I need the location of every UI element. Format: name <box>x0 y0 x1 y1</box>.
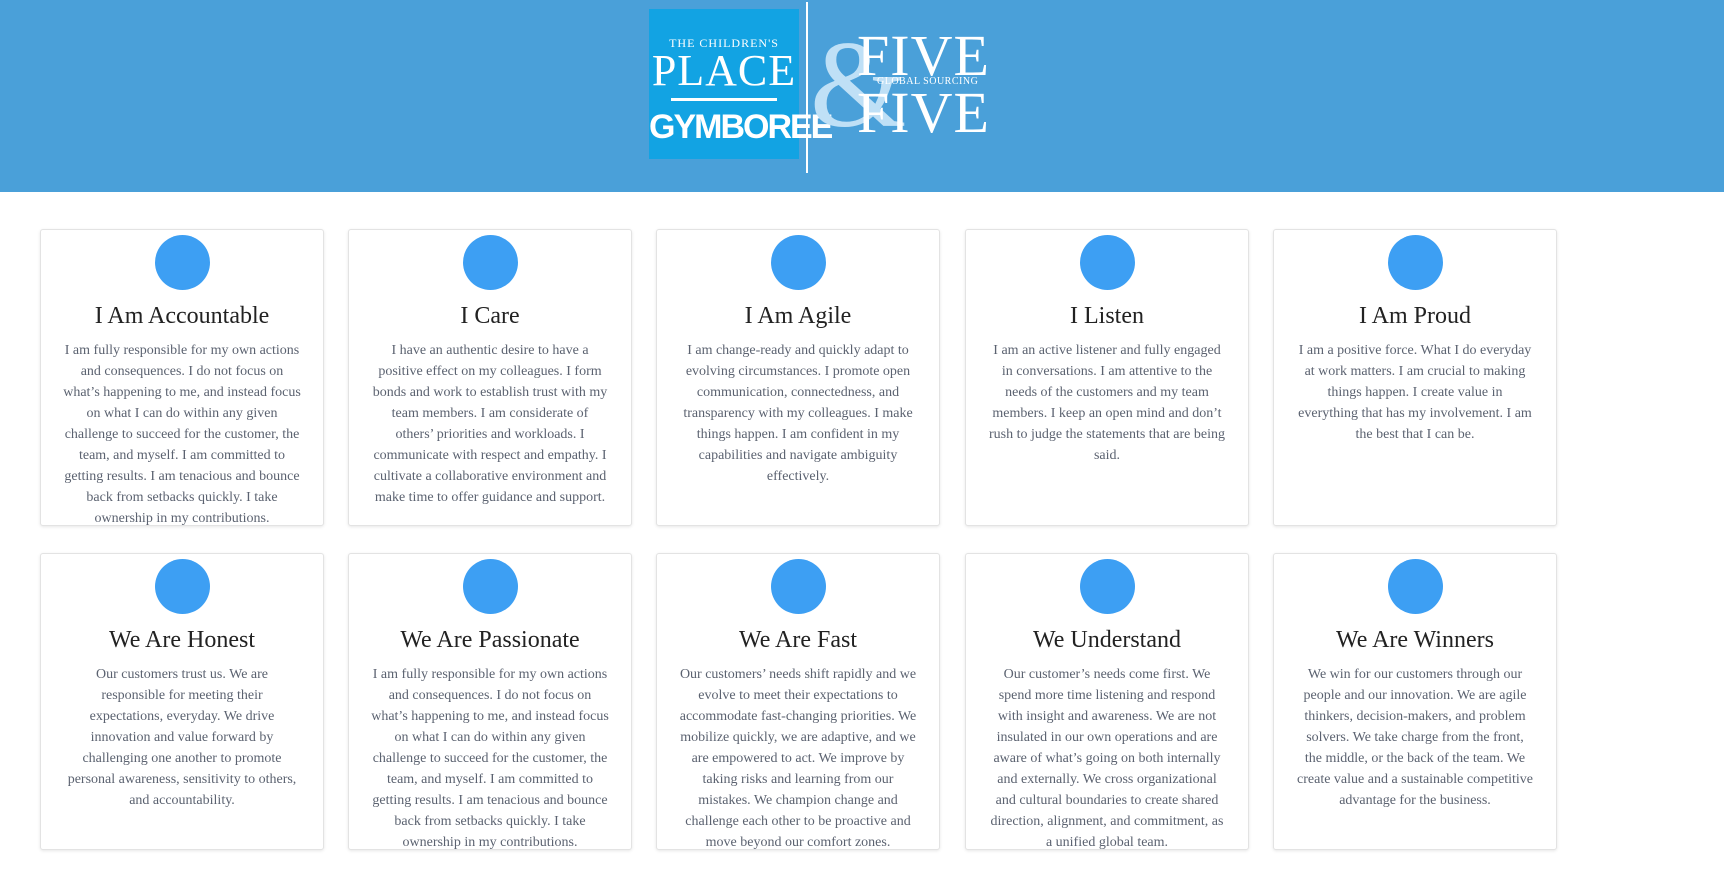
logo-place-text: PLACE <box>651 46 797 95</box>
card-text: Our customer’s needs come first. We spen… <box>990 667 1224 850</box>
value-card: We Are Winners We win for our customers … <box>1273 553 1557 850</box>
card-text: I am a positive force. What I do everyda… <box>1298 343 1532 442</box>
card-title: I Am Accountable <box>94 303 270 329</box>
card-title: I Listen <box>1070 303 1144 329</box>
circle-icon <box>1388 559 1443 614</box>
five-bottom-text: FIVE <box>857 80 990 145</box>
value-card: We Are Fast Our customers’ needs shift r… <box>656 553 940 850</box>
circle-icon <box>1388 235 1443 290</box>
value-card: I Am Accountable I am fully responsible … <box>40 229 324 526</box>
card-text: I am change-ready and quickly adapt to e… <box>683 343 913 484</box>
value-card: I Listen I am an active listener and ful… <box>965 229 1249 526</box>
value-card: I Am Agile I am change-ready and quickly… <box>656 229 940 526</box>
value-card: We Are Honest Our customers trust us. We… <box>40 553 324 850</box>
site-header: THE CHILDREN'S PLACE GYMBOREE & FIVE GLO… <box>0 0 1724 192</box>
card-text: I am an active listener and fully engage… <box>989 343 1225 463</box>
card-title: We Are Winners <box>1336 627 1494 653</box>
circle-icon <box>463 559 518 614</box>
childrens-place-gymboree-logo[interactable]: THE CHILDREN'S PLACE GYMBOREE <box>649 9 833 159</box>
card-title: We Understand <box>1032 627 1182 653</box>
logo-divider <box>806 2 808 173</box>
value-card: I Am Proud I am a positive force. What I… <box>1273 229 1557 526</box>
card-text: I am fully responsible for my own action… <box>63 343 301 526</box>
card-text: We win for our customers through our peo… <box>1297 667 1533 808</box>
card-title: We Are Fast <box>738 627 858 653</box>
card-text: Our customers trust us. We are responsib… <box>67 667 297 808</box>
card-title: I Am Proud <box>1358 303 1471 329</box>
card-text: I am fully responsible for my own action… <box>371 667 609 850</box>
circle-icon <box>155 235 210 290</box>
card-title: We Are Passionate <box>400 627 580 653</box>
circle-icon <box>155 559 210 614</box>
value-card: We Are Passionate I am fully responsible… <box>348 553 632 850</box>
logo-rule <box>671 98 777 101</box>
card-title: I Am Agile <box>744 303 852 329</box>
circle-icon <box>771 235 826 290</box>
value-card: We Understand Our customer’s needs come … <box>965 553 1249 850</box>
value-card: I Care I have an authentic desire to hav… <box>348 229 632 526</box>
card-text: Our customers’ needs shift rapidly and w… <box>679 667 917 850</box>
card-text: I have an authentic desire to have a pos… <box>372 343 608 505</box>
circle-icon <box>1080 235 1135 290</box>
circle-icon <box>1080 559 1135 614</box>
logo-gymboree-text: GYMBOREE <box>649 108 833 146</box>
circle-icon <box>771 559 826 614</box>
circle-icon <box>463 235 518 290</box>
card-title: We Are Honest <box>108 627 256 653</box>
card-title: I Care <box>460 303 520 329</box>
